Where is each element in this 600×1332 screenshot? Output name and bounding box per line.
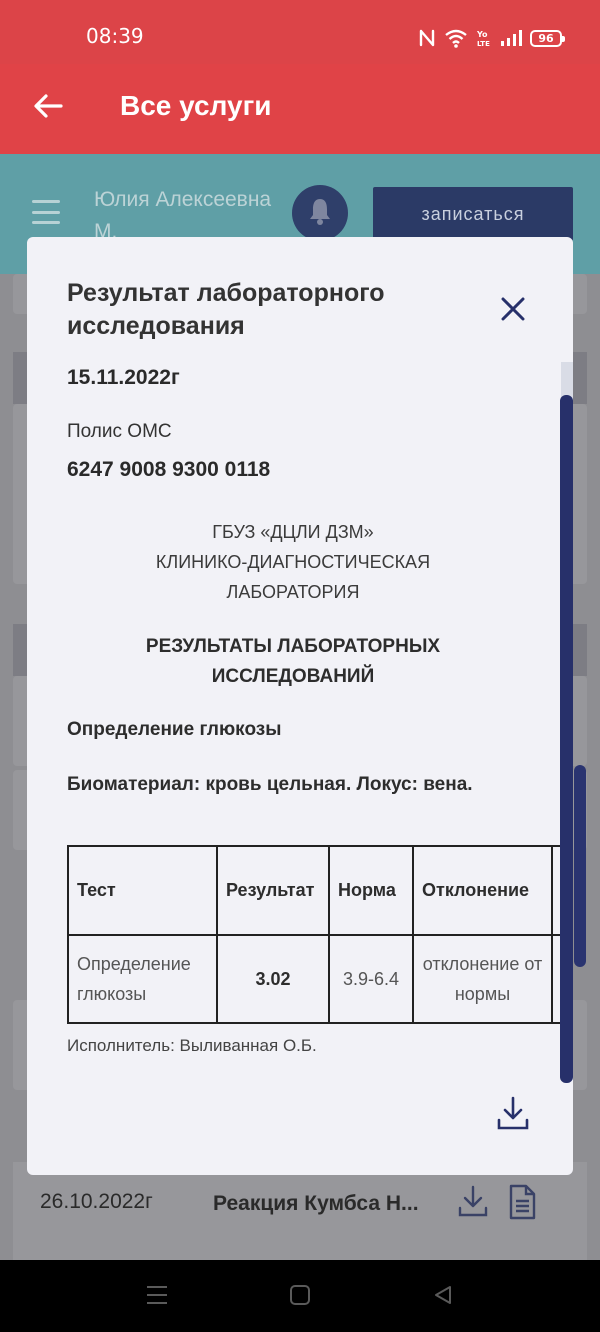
policy-label: Полис ОМС [67,421,172,442]
scrollbar-thumb[interactable] [574,765,586,967]
page-title: Все услуги [120,90,272,121]
modal-title: Результат лабораторного исследования [67,279,385,340]
home-icon[interactable] [289,1284,311,1311]
table-cell: Определение глюкозы [67,934,218,1024]
table-cell: отклонение от нормы [412,934,553,1024]
svg-text:LTE: LTE [477,40,490,48]
volte-icon: Yo LTE [476,28,492,48]
document-icon[interactable] [507,1184,537,1225]
close-button[interactable] [495,293,531,329]
download-icon[interactable] [457,1184,489,1225]
status-bar: 08:39 Yo LTE 96 [0,0,600,64]
hamburger-icon[interactable] [32,200,60,224]
lab-organization: ГБУЗ «ДЦЛИ ДЗМ» КЛИНИКО-ДИАГНОСТИЧЕСКАЯ … [67,517,519,607]
table-header-cell: Результат [216,845,330,936]
battery-icon: 96 [530,29,565,47]
results-heading: РЕЗУЛЬТАТЫ ЛАБОРАТОРНЫХ ИССЛЕДОВАНИЙ [67,632,519,692]
policy-number: 6247 9008 9300 0118 [67,458,271,481]
table-header-cell: Норма [328,845,414,936]
list-item-date: 26.10.2022г [40,1190,153,1213]
status-icons: Yo LTE 96 [418,24,565,52]
biomaterial: Биоматериал: кровь цельная. Локус: вена. [67,774,473,795]
table-header-row: Тест Результат Норма Отклонение [67,845,573,936]
results-heading-line: ИССЛЕДОВАНИЙ [211,666,375,687]
scrollbar-thumb[interactable] [560,395,573,1083]
test-name: Определение глюкозы [67,719,282,740]
lab-org-line: ЛАБОРАТОРИЯ [226,582,360,602]
system-nav-bar [0,1260,600,1332]
lab-result-modal: Результат лабораторного исследования 15.… [27,237,573,1175]
result-date: 15.11.2022г [67,366,180,389]
wifi-icon [444,28,468,48]
recents-icon[interactable] [146,1284,168,1311]
signal-icon [500,29,522,47]
table-row: Определение глюкозы 3.02 3.9-6.4 отклоне… [67,934,573,1024]
results-heading-line: РЕЗУЛЬТАТЫ ЛАБОРАТОРНЫХ [145,636,441,657]
list-item-actions [457,1184,537,1225]
nfc-icon [418,28,436,48]
list-item-name: Реакция Кумбса Н... [213,1192,419,1215]
executor: Исполнитель: Выливанная О.Б. [67,1036,317,1055]
status-time: 08:39 [86,24,144,48]
notifications-button[interactable] [292,185,348,241]
table-header-cell: Тест [67,845,218,936]
close-icon [500,296,526,327]
back-icon[interactable] [432,1284,454,1311]
table-header-cell: Отклонение [412,845,553,936]
lab-org-line: КЛИНИКО-ДИАГНОСТИЧЕСКАЯ [155,552,431,572]
svg-text:Yo: Yo [476,30,488,39]
book-appointment-button[interactable]: записаться [373,187,573,241]
list-item[interactable]: 26.10.2022г Реакция Кумбса Н... [13,1162,587,1260]
download-button[interactable] [493,1095,533,1135]
table-cell: 3.02 [216,934,330,1024]
results-table: Тест Результат Норма Отклонение Определе… [67,845,573,1024]
table-cell: 3.9-6.4 [328,934,414,1024]
back-button[interactable] [28,86,68,130]
download-icon [496,1095,530,1136]
lab-org-line: ГБУЗ «ДЦЛИ ДЗМ» [212,522,374,542]
arrow-left-icon [33,93,63,124]
bell-icon [308,197,332,230]
app-bar: Все услуги [0,64,600,154]
